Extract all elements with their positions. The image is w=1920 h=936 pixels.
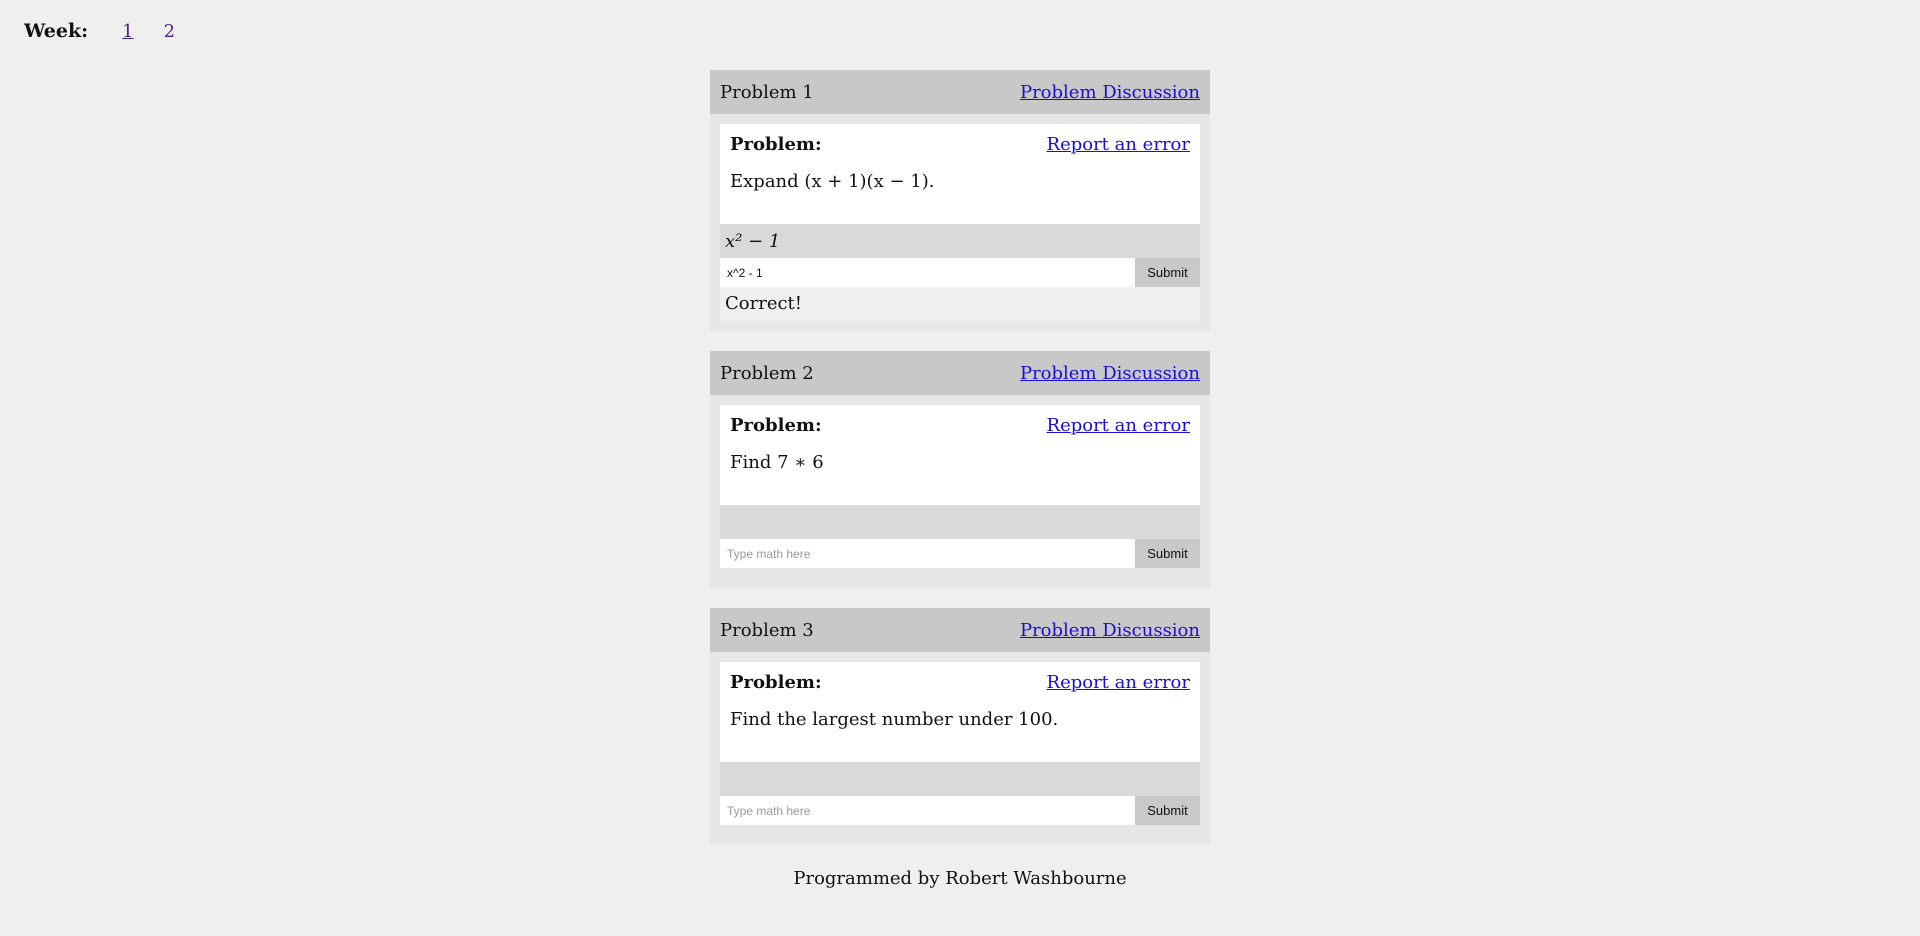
problem-statement-box: Problem: Report an error Find 7 ∗ 6	[720, 405, 1200, 505]
problem-header: Problem 3 Problem Discussion	[710, 608, 1210, 652]
problem-card-1: Problem 1 Problem Discussion Problem: Re…	[710, 70, 1210, 331]
report-error-link[interactable]: Report an error	[1047, 672, 1190, 693]
answer-input[interactable]	[720, 796, 1135, 825]
problem-statement-box: Problem: Report an error Find the larges…	[720, 662, 1200, 762]
submit-button[interactable]: Submit	[1135, 796, 1200, 825]
answer-row: Submit	[720, 796, 1200, 825]
week-label: Week:	[24, 20, 89, 42]
report-error-link[interactable]: Report an error	[1047, 415, 1190, 436]
report-error-link[interactable]: Report an error	[1047, 134, 1190, 155]
submit-button[interactable]: Submit	[1135, 258, 1200, 287]
problem-discussion-link[interactable]: Problem Discussion	[1020, 363, 1200, 384]
problem-label: Problem:	[730, 415, 822, 436]
problem-body: Problem: Report an error Find the larges…	[710, 652, 1210, 845]
feedback-message	[720, 825, 1200, 835]
problem-statement: Expand (x + 1)(x − 1).	[730, 171, 935, 192]
week-nav: Week: 1 2	[24, 20, 205, 42]
problem-statement-box: Problem: Report an error Expand (x + 1)(…	[720, 124, 1200, 224]
problem-header: Problem 2 Problem Discussion	[710, 351, 1210, 395]
answer-input[interactable]	[720, 539, 1135, 568]
problem-label: Problem:	[730, 134, 822, 155]
math-preview	[720, 505, 1200, 539]
problem-body: Problem: Report an error Find 7 ∗ 6 Subm…	[710, 395, 1210, 588]
problem-header: Problem 1 Problem Discussion	[710, 70, 1210, 114]
problem-statement: Find the largest number under 100.	[730, 709, 1059, 730]
feedback-message: Correct!	[720, 287, 1200, 321]
problem-title: Problem 3	[720, 619, 814, 641]
math-preview	[720, 762, 1200, 796]
problem-title: Problem 2	[720, 362, 814, 384]
week-link-2[interactable]: 2	[164, 21, 175, 42]
problem-discussion-link[interactable]: Problem Discussion	[1020, 82, 1200, 103]
problem-discussion-link[interactable]: Problem Discussion	[1020, 620, 1200, 641]
feedback-message	[720, 568, 1200, 578]
problem-statement: Find 7 ∗ 6	[730, 452, 824, 473]
math-preview: x² − 1	[720, 224, 1200, 258]
answer-input[interactable]	[720, 258, 1135, 287]
problem-title: Problem 1	[720, 81, 814, 103]
problem-body: Problem: Report an error Expand (x + 1)(…	[710, 114, 1210, 331]
problem-label: Problem:	[730, 672, 822, 693]
problem-card-2: Problem 2 Problem Discussion Problem: Re…	[710, 351, 1210, 588]
answer-row: Submit	[720, 258, 1200, 287]
problem-list: Problem 1 Problem Discussion Problem: Re…	[710, 70, 1210, 865]
answer-row: Submit	[720, 539, 1200, 568]
submit-button[interactable]: Submit	[1135, 539, 1200, 568]
problem-card-3: Problem 3 Problem Discussion Problem: Re…	[710, 608, 1210, 845]
footer-credit: Programmed by Robert Washbourne	[793, 868, 1127, 889]
week-link-1[interactable]: 1	[122, 21, 133, 42]
